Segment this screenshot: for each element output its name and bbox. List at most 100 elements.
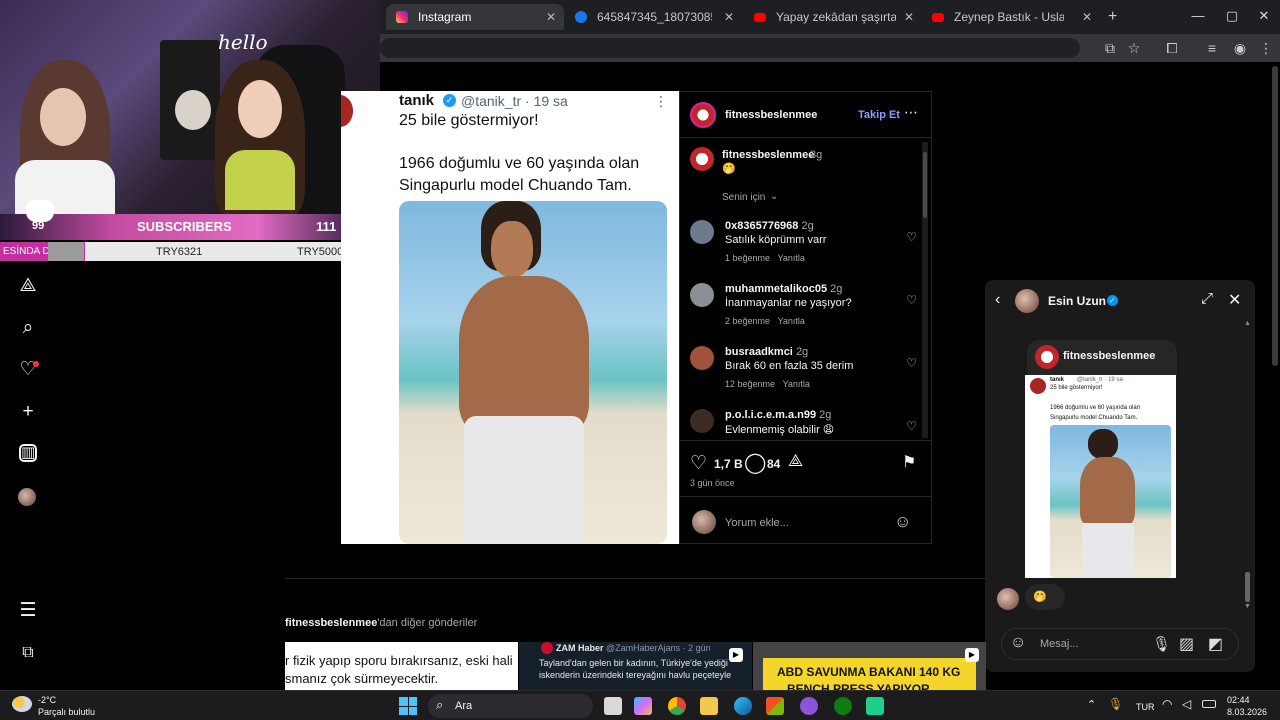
image-icon[interactable]: ▨ [1179,634,1194,654]
comment-input[interactable]: Yorum ekle... [725,517,789,529]
more-post-thumbnail[interactable]: r fizik yapıp sporu bırakırsanız, eski h… [285,642,518,690]
close-tab-icon[interactable]: ✕ [724,4,734,30]
back-arrow-icon[interactable]: ‹ [995,291,1000,309]
scroll-thumb[interactable] [1245,572,1250,602]
comment-avatar[interactable] [690,283,714,307]
file-explorer-icon[interactable] [700,697,718,715]
create-plus-icon[interactable]: + [17,401,39,423]
weather-temp[interactable]: -2°C [38,695,56,705]
maximize-icon[interactable]: ▢ [1220,6,1244,26]
comment-reply[interactable]: Yanıtla [778,316,805,326]
comment-bubble-icon[interactable]: ◯ [744,450,766,475]
caption-avatar[interactable] [690,147,714,171]
profile-avatar[interactable] [18,488,36,506]
shared-post-preview[interactable]: tanık @tanik_tr · 19 sa 25 bile göstermi… [1025,375,1176,578]
tab-youtube-music[interactable]: Zeynep Bastık - Uslanmıyor ✕ [922,4,1100,30]
more-posts-user[interactable]: fitnessbeslenmee [285,617,377,629]
close-tab-icon[interactable]: ✕ [1082,4,1092,30]
like-heart-icon[interactable]: ♡ [690,452,707,475]
message-input-box[interactable]: ☺ Mesaj... 🎙 ▨ ◩ [1001,628,1239,660]
like-comment-heart-icon[interactable]: ♡ [906,419,917,433]
comment-username[interactable]: 0x8365776968 [725,220,798,232]
copilot-icon[interactable] [634,697,652,715]
like-comment-heart-icon[interactable]: ♡ [906,293,917,307]
store-icon[interactable] [766,697,784,715]
scroll-thumb[interactable] [923,152,927,218]
new-tab-button[interactable]: + [1108,8,1117,26]
emoji-icon[interactable]: ☺ [1010,634,1026,652]
comment-user[interactable]: busraadkmci 2g [725,346,808,358]
more-menu-icon[interactable]: ☰ [17,600,39,622]
media-icon[interactable]: ≡ [1202,38,1222,58]
chevron-down-icon[interactable]: ⌄ [770,191,778,202]
xbox-icon[interactable] [834,697,852,715]
search-icon[interactable]: ⌕ [17,317,39,339]
emoji-icon[interactable]: ☺ [894,512,911,532]
save-bookmark-icon[interactable]: ⚑ [902,452,916,472]
scroll-down-icon[interactable]: ▼ [1244,603,1251,610]
tab-facebook-video[interactable]: 645847345_1807308550163350 ✕ [565,4,742,30]
menu-icon[interactable]: ⋮ [1256,38,1276,58]
address-bar[interactable] [380,38,1080,58]
follow-button[interactable]: Takip Et [858,109,900,121]
comment-sort[interactable]: Senin için [722,192,765,203]
tray-chevron-icon[interactable]: ⌃ [1087,698,1096,711]
windows-start-icon[interactable] [399,697,417,715]
comment-avatar[interactable] [690,346,714,370]
more-post-thumbnail[interactable]: ZAM Haber @ZamHaberAjans · 2 gün Tayland… [519,642,752,690]
comment-user[interactable]: p.o.l.i.c.e.m.a.n99 2g [725,409,831,421]
chat-avatar[interactable] [1015,289,1039,313]
share-send-icon[interactable]: ⟁ [788,451,803,471]
wifi-icon[interactable]: ◠ [1162,697,1172,711]
chat-scrollbar[interactable]: ▲ ▼ [1244,320,1251,610]
taskbar-search[interactable]: ⌕ Ara [428,694,593,718]
comment-username[interactable]: muhammetalikoc05 [725,283,827,295]
cast-icon[interactable]: ⧉ [1100,38,1120,58]
edge-icon[interactable] [734,697,752,715]
minimize-icon[interactable]: — [1186,6,1210,26]
comment-likes[interactable]: 2 beğenme [725,316,770,326]
close-icon[interactable]: ✕ [1228,290,1241,310]
input-language[interactable]: TUR [1136,702,1155,712]
comment-username[interactable]: busraadkmci [725,346,793,358]
app-icon[interactable] [800,697,818,715]
extensions-icon[interactable]: ⧠ [1162,38,1182,58]
comment-likes[interactable]: 1 beğenme [725,253,770,263]
tab-youtube-ai[interactable]: Yapay zekâdan şaşırtan video: S ✕ [744,4,922,30]
comment-avatar[interactable] [690,409,714,433]
close-window-icon[interactable]: ✕ [1252,6,1276,26]
more-post-thumbnail[interactable]: ABD SAVUNMA BAKANI 140 KG BENCH PRESS YA… [753,642,986,690]
battery-icon[interactable] [1202,700,1216,708]
direct-send-icon[interactable]: ⟁ [17,275,39,297]
chat-name[interactable]: Esin Uzun [1048,294,1106,308]
bookmark-star-icon[interactable]: ☆ [1124,38,1144,58]
clock-time[interactable]: 02:44 [1227,695,1250,705]
app-icon[interactable] [866,697,884,715]
weather-icon[interactable] [12,696,32,712]
shared-post-header[interactable]: fitnessbeslenmee [1027,340,1177,376]
sticker-icon[interactable]: ◩ [1208,634,1223,654]
profile-icon[interactable]: ◉ [1230,38,1250,58]
clock-date[interactable]: 8.03.2026 [1227,707,1267,717]
microphone-icon[interactable]: 🎙 [1152,635,1171,653]
message-input[interactable]: Mesaj... [1040,638,1079,650]
comment-avatar[interactable] [690,220,714,244]
comment-reply[interactable]: Yanıtla [783,379,810,389]
post-author-name[interactable]: fitnessbeslenmee [725,109,817,121]
comments-scrollbar[interactable] [922,142,928,438]
comment-username[interactable]: p.o.l.i.c.e.m.a.n99 [725,409,816,421]
task-view-icon[interactable] [604,697,622,715]
caption-user[interactable]: fitnessbeslenmee [722,149,814,161]
threads-apps-icon[interactable]: ⧉ [17,642,39,664]
expand-icon[interactable]: ⤢ [1201,290,1213,307]
volume-icon[interactable]: ◁ [1182,697,1191,711]
weather-text[interactable]: Parçalı bulutlu [38,707,95,717]
close-tab-icon[interactable]: ✕ [546,4,556,30]
post-options-icon[interactable]: ⋯ [904,104,918,121]
close-tab-icon[interactable]: ✕ [904,4,914,30]
like-comment-heart-icon[interactable]: ♡ [906,356,917,370]
scroll-up-icon[interactable]: ▲ [1244,320,1251,327]
microphone-icon[interactable]: 🎙 [1108,697,1123,711]
like-comment-heart-icon[interactable]: ♡ [906,230,917,244]
comment-user[interactable]: muhammetalikoc05 2g [725,283,842,295]
